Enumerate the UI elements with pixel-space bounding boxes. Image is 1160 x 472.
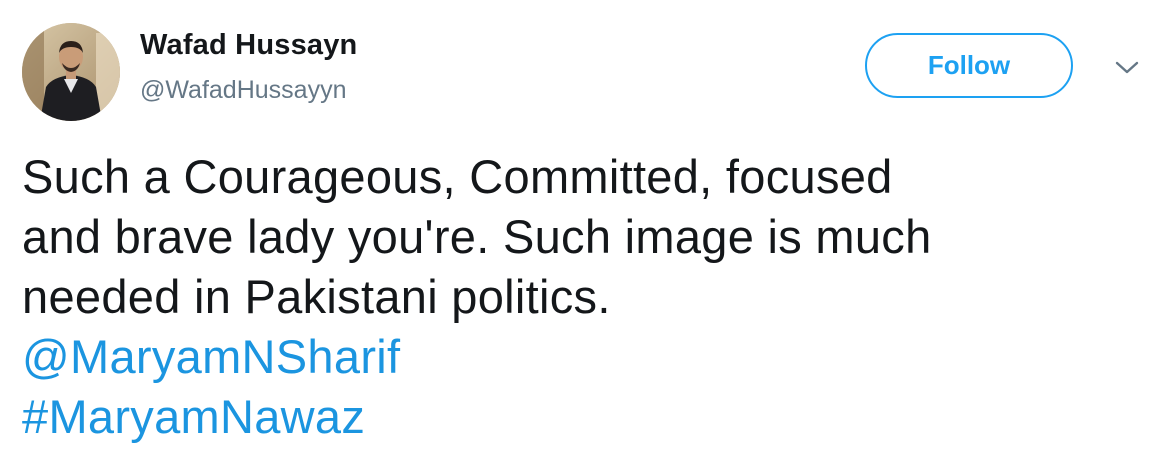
- mention-link[interactable]: @MaryamNSharif: [22, 327, 1132, 387]
- author-display-name[interactable]: Wafad Hussayn: [140, 29, 357, 62]
- tweet-text-line: Such a Courageous, Committed, focused: [22, 150, 893, 203]
- tweet-text: Such a Courageous, Committed, focused an…: [22, 147, 1132, 447]
- tweet-text-line: and brave lady you're. Such image is muc…: [22, 210, 932, 263]
- follow-button[interactable]: Follow: [865, 33, 1073, 98]
- chevron-down-icon[interactable]: [1112, 58, 1142, 78]
- avatar[interactable]: [22, 23, 120, 121]
- tweet-card: Wafad Hussayn @WafadHussayyn Follow Such…: [0, 0, 1160, 472]
- author-handle[interactable]: @WafadHussayyn: [140, 76, 346, 105]
- tweet-text-line: needed in Pakistani politics.: [22, 270, 611, 323]
- chevron-down-icon-glyph: [1115, 61, 1139, 74]
- hashtag-link[interactable]: #MaryamNawaz: [22, 387, 1132, 447]
- avatar-photo: [22, 23, 120, 121]
